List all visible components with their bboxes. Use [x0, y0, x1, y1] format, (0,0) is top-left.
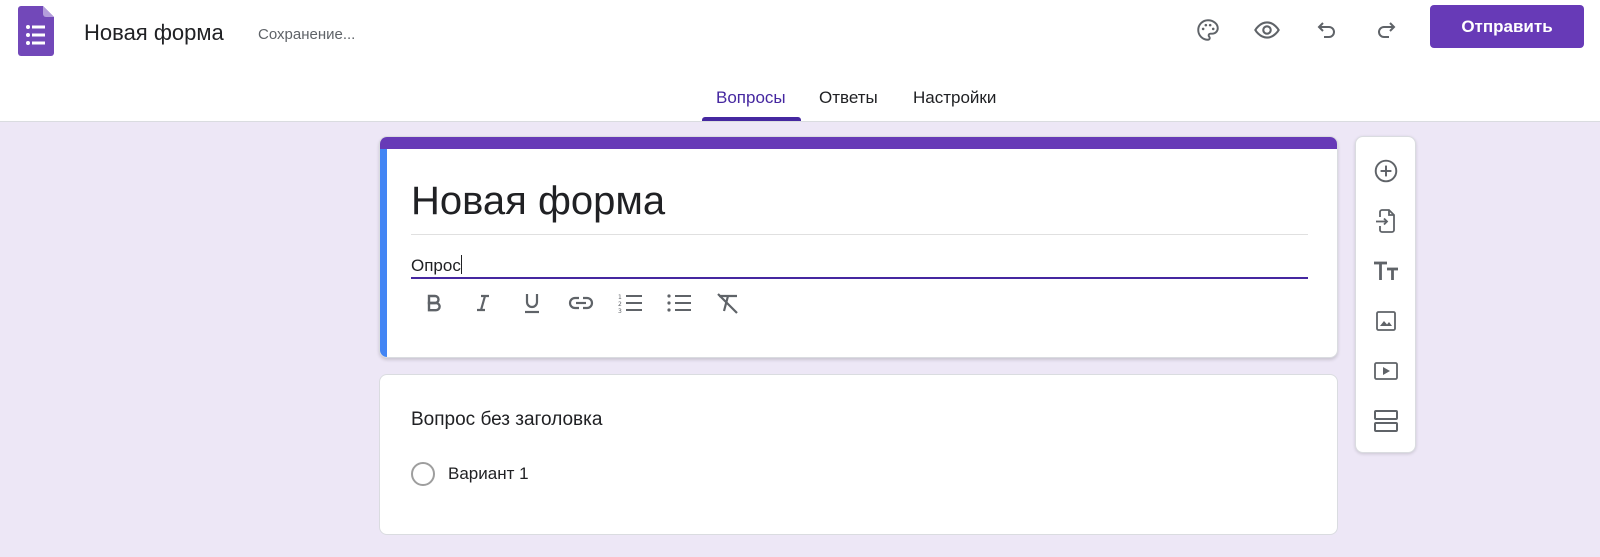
redo-icon[interactable] — [1366, 10, 1406, 50]
active-tab-indicator — [702, 117, 801, 121]
palette-icon[interactable] — [1188, 10, 1228, 50]
save-status: Сохранение... — [258, 26, 356, 43]
add-section-icon[interactable] — [1368, 403, 1404, 439]
bulleted-list-icon[interactable] — [663, 287, 695, 319]
radio-option-1[interactable] — [411, 462, 435, 486]
import-questions-icon[interactable] — [1368, 203, 1404, 239]
tab-settings[interactable]: Настройки — [913, 88, 996, 108]
tab-bar: Вопросы Ответы Настройки — [0, 76, 1600, 122]
accent-bar — [380, 137, 1337, 149]
form-description-input[interactable]: Опрос — [411, 255, 462, 276]
question-title[interactable]: Вопрос без заголовка — [411, 409, 602, 431]
underline-icon[interactable] — [516, 287, 548, 319]
send-button[interactable]: Отправить — [1430, 5, 1584, 48]
question-card[interactable]: Вопрос без заголовка Вариант 1 — [379, 374, 1338, 535]
svg-text:2: 2 — [618, 301, 622, 308]
undo-icon[interactable] — [1307, 10, 1347, 50]
text-caret — [460, 255, 462, 274]
side-toolbar — [1355, 136, 1416, 453]
form-title-input[interactable]: Новая форма — [411, 179, 665, 224]
add-image-icon[interactable] — [1368, 303, 1404, 339]
app-header: Новая форма Сохранение... Отправить Вопр… — [0, 0, 1600, 122]
link-icon[interactable] — [565, 287, 597, 319]
description-underline — [411, 277, 1308, 279]
eye-icon[interactable] — [1247, 10, 1287, 50]
add-question-icon[interactable] — [1368, 153, 1404, 189]
clear-format-icon[interactable] — [712, 287, 744, 319]
svg-text:1: 1 — [618, 294, 622, 301]
app-title[interactable]: Новая форма — [84, 20, 224, 46]
focus-indicator — [380, 149, 387, 357]
bold-icon[interactable] — [418, 287, 450, 319]
tab-responses[interactable]: Ответы — [819, 88, 878, 108]
option-label-1[interactable]: Вариант 1 — [448, 464, 529, 484]
forms-logo-icon[interactable] — [18, 6, 54, 56]
add-title-icon[interactable] — [1368, 253, 1404, 289]
tab-questions[interactable]: Вопросы — [716, 88, 786, 108]
form-title-card[interactable]: Новая форма Опрос 1 2 3 — [379, 136, 1338, 358]
title-divider — [411, 234, 1308, 235]
add-video-icon[interactable] — [1368, 353, 1404, 389]
svg-text:3: 3 — [618, 308, 622, 314]
numbered-list-icon[interactable]: 1 2 3 — [614, 287, 646, 319]
description-text: Опрос — [411, 256, 461, 275]
italic-icon[interactable] — [467, 287, 499, 319]
